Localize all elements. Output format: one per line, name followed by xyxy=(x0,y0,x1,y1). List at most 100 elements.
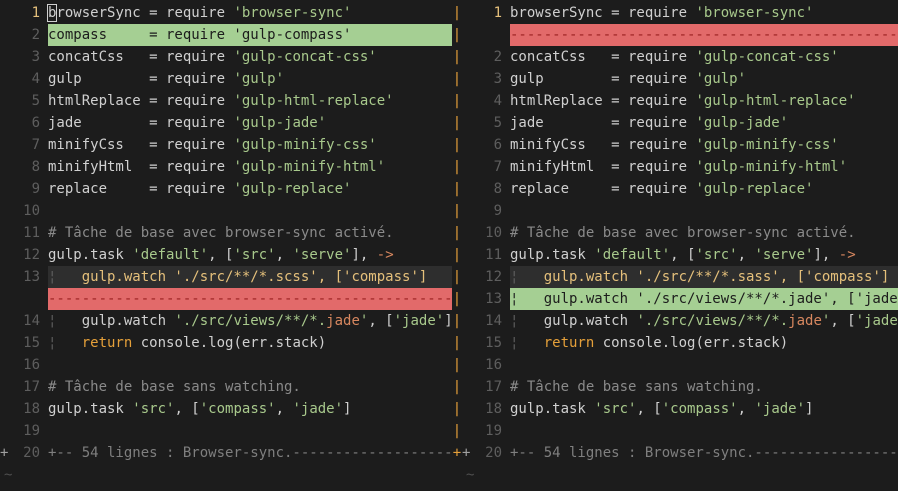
diff-filler-line[interactable]: ----------------------------------------… xyxy=(462,24,898,46)
code-text[interactable] xyxy=(48,200,452,222)
code-line[interactable]: 3 concatCss = require 'gulp-concat-css' xyxy=(0,46,452,68)
code-text[interactable]: jade = require 'gulp-jade' xyxy=(48,112,452,134)
code-line[interactable]: 14 ¦ gulp.watch './src/views/**/*.jade', … xyxy=(462,310,898,332)
code-token: gulp = require xyxy=(48,71,234,87)
diff-pane-right[interactable]: 1 browserSync = require 'browser-sync' ---… xyxy=(462,0,898,491)
code-line[interactable]: 1 browserSync = require 'browser-sync' xyxy=(462,2,898,24)
diff-filler-line[interactable]: ----------------------------------------… xyxy=(0,288,452,310)
code-line[interactable]: 13 ¦ gulp.watch './src/views/**/*.jade', … xyxy=(462,288,898,310)
code-text[interactable]: gulp = require 'gulp' xyxy=(48,68,452,90)
diff-pane-left[interactable]: 1 browserSync = require 'browser-sync' 2 co… xyxy=(0,0,452,491)
code-line[interactable]: 10 xyxy=(0,200,452,222)
code-text[interactable]: gulp.task 'default', ['src', 'serve'], -… xyxy=(510,244,898,266)
code-text[interactable]: concatCss = require 'gulp-concat-css' xyxy=(48,46,452,68)
fold-marker[interactable]: + xyxy=(0,442,14,464)
code-text[interactable]: gulp.task 'src', ['compass', 'jade'] xyxy=(48,398,452,420)
code-text[interactable]: ----------------------------------------… xyxy=(510,24,898,46)
code-line[interactable]: 3 gulp = require 'gulp' xyxy=(462,68,898,90)
empty-buffer-line[interactable]: ~ xyxy=(462,464,898,486)
code-line[interactable]: +20 +-- 54 lignes : Browser-sync.--------… xyxy=(0,442,452,464)
line-number: 14 xyxy=(485,313,502,329)
code-line[interactable]: 4 gulp = require 'gulp' xyxy=(0,68,452,90)
code-line[interactable]: 15 ¦ return console.log(err.stack) xyxy=(462,332,898,354)
code-line[interactable]: 13 ¦ gulp.watch './src/**/*.scss', ['comp… xyxy=(0,266,452,288)
code-line[interactable]: 6 minifyCss = require 'gulp-minify-css' xyxy=(462,134,898,156)
code-line[interactable]: 12 gulp.task 'default', ['src', 'serve'],… xyxy=(0,244,452,266)
empty-buffer-line[interactable]: ~ xyxy=(0,464,452,486)
code-line[interactable]: 2 compass = require 'gulp-compass' xyxy=(0,24,452,46)
string-token: 'gulp-minify-html' xyxy=(695,159,848,175)
line-number: 2 xyxy=(493,49,502,65)
code-line[interactable]: 6 jade = require 'gulp-jade' xyxy=(0,112,452,134)
code-line[interactable]: 7 minifyCss = require 'gulp-minify-css' xyxy=(0,134,452,156)
code-line[interactable]: 9 xyxy=(462,200,898,222)
code-text[interactable]: ¦ gulp.watch './src/**/*.sass', ['compas… xyxy=(510,266,898,288)
vertical-split-separator[interactable]: | | | | | | | | | | | | | | | | | | | | + xyxy=(452,0,462,491)
code-line[interactable]: 18 gulp.task 'src', ['compass', 'jade'] xyxy=(462,398,898,420)
code-text[interactable]: htmlReplace = require 'gulp-html-replace… xyxy=(48,90,452,112)
code-line[interactable]: 1 browserSync = require 'browser-sync' xyxy=(0,2,452,24)
code-text[interactable]: # Tâche de base sans watching. xyxy=(48,376,452,398)
code-line[interactable]: 15 ¦ return console.log(err.stack) xyxy=(0,332,452,354)
fold-marker[interactable]: + xyxy=(462,442,476,464)
code-text[interactable]: # Tâche de base sans watching. xyxy=(510,376,898,398)
code-text[interactable]: ¦ gulp.watch './src/views/**/*.jade', ['… xyxy=(48,310,452,332)
code-text[interactable]: browserSync = require 'browser-sync' xyxy=(510,2,898,24)
code-text[interactable]: minifyCss = require 'gulp-minify-css' xyxy=(510,134,898,156)
code-line[interactable]: 4 htmlReplace = require 'gulp-html-replac… xyxy=(462,90,898,112)
code-text[interactable]: minifyHtml = require 'gulp-minify-html' xyxy=(48,156,452,178)
code-text[interactable]: ¦ return console.log(err.stack) xyxy=(48,332,452,354)
code-line[interactable]: 16 xyxy=(462,354,898,376)
code-text[interactable]: concatCss = require 'gulp-concat-css' xyxy=(510,46,898,68)
code-line[interactable]: 12 ¦ gulp.watch './src/**/*.sass', ['comp… xyxy=(462,266,898,288)
code-line[interactable]: 8 replace = require 'gulp-replace' xyxy=(462,178,898,200)
code-text[interactable] xyxy=(48,420,452,442)
code-line[interactable]: 17 # Tâche de base sans watching. xyxy=(462,376,898,398)
code-text[interactable]: gulp.task 'default', ['src', 'serve'], -… xyxy=(48,244,452,266)
code-line[interactable]: 18 gulp.task 'src', ['compass', 'jade'] xyxy=(0,398,452,420)
code-text[interactable] xyxy=(48,354,452,376)
code-text[interactable]: jade = require 'gulp-jade' xyxy=(510,112,898,134)
code-text[interactable]: +-- 54 lignes : Browser-sync.-----------… xyxy=(48,442,452,464)
code-line[interactable]: 19 xyxy=(462,420,898,442)
code-line[interactable]: 11 gulp.task 'default', ['src', 'serve'],… xyxy=(462,244,898,266)
code-line[interactable]: 17 # Tâche de base sans watching. xyxy=(0,376,452,398)
code-text[interactable] xyxy=(510,354,898,376)
code-text[interactable]: ¦ gulp.watch './src/**/*.scss', ['compas… xyxy=(48,266,452,288)
code-text[interactable]: gulp.task 'src', ['compass', 'jade'] xyxy=(510,398,898,420)
code-text[interactable]: ¦ return console.log(err.stack) xyxy=(510,332,898,354)
line-number: 20 xyxy=(485,445,502,461)
code-text[interactable]: +-- 54 lignes : Browser-sync.-----------… xyxy=(510,442,898,464)
code-text[interactable]: minifyHtml = require 'gulp-minify-html' xyxy=(510,156,898,178)
code-line[interactable]: 11 # Tâche de base avec browser-sync acti… xyxy=(0,222,452,244)
code-line[interactable]: 8 minifyHtml = require 'gulp-minify-html' xyxy=(0,156,452,178)
code-line[interactable]: 7 minifyHtml = require 'gulp-minify-html' xyxy=(462,156,898,178)
separator-char: | xyxy=(452,159,462,175)
code-text[interactable]: gulp = require 'gulp' xyxy=(510,68,898,90)
code-line[interactable]: 14 ¦ gulp.watch './src/views/**/*.jade', … xyxy=(0,310,452,332)
code-text[interactable]: replace = require 'gulp-replace' xyxy=(510,178,898,200)
code-line[interactable]: 5 jade = require 'gulp-jade' xyxy=(462,112,898,134)
code-line[interactable]: 10 # Tâche de base avec browser-sync acti… xyxy=(462,222,898,244)
code-line[interactable]: 2 concatCss = require 'gulp-concat-css' xyxy=(462,46,898,68)
code-text[interactable]: compass = require 'gulp-compass' xyxy=(48,24,452,46)
code-text[interactable]: ¦ gulp.watch './src/views/**/*.jade', ['… xyxy=(510,310,898,332)
string-token: 'gulp-minify-css' xyxy=(695,137,839,153)
code-text[interactable]: replace = require 'gulp-replace' xyxy=(48,178,452,200)
code-text[interactable]: # Tâche de base avec browser-sync activé… xyxy=(510,222,898,244)
code-text[interactable] xyxy=(510,200,898,222)
code-text[interactable]: ¦ gulp.watch './src/views/**/*.jade', ['… xyxy=(510,288,898,310)
code-text[interactable]: htmlReplace = require 'gulp-html-replace… xyxy=(510,90,898,112)
code-line[interactable]: 16 xyxy=(0,354,452,376)
code-line[interactable]: +20 +-- 54 lignes : Browser-sync.--------… xyxy=(462,442,898,464)
code-text[interactable]: minifyCss = require 'gulp-minify-css' xyxy=(48,134,452,156)
code-line[interactable]: 9 replace = require 'gulp-replace' xyxy=(0,178,452,200)
code-line[interactable]: 5 htmlReplace = require 'gulp-html-replac… xyxy=(0,90,452,112)
code-text[interactable]: # Tâche de base avec browser-sync activé… xyxy=(48,222,452,244)
string-token: 'jade' xyxy=(393,313,445,329)
code-token: , [ xyxy=(636,401,662,417)
code-text[interactable]: ----------------------------------------… xyxy=(48,288,452,310)
code-line[interactable]: 19 xyxy=(0,420,452,442)
code-text[interactable]: browserSync = require 'browser-sync' xyxy=(46,2,452,24)
code-text[interactable] xyxy=(510,420,898,442)
